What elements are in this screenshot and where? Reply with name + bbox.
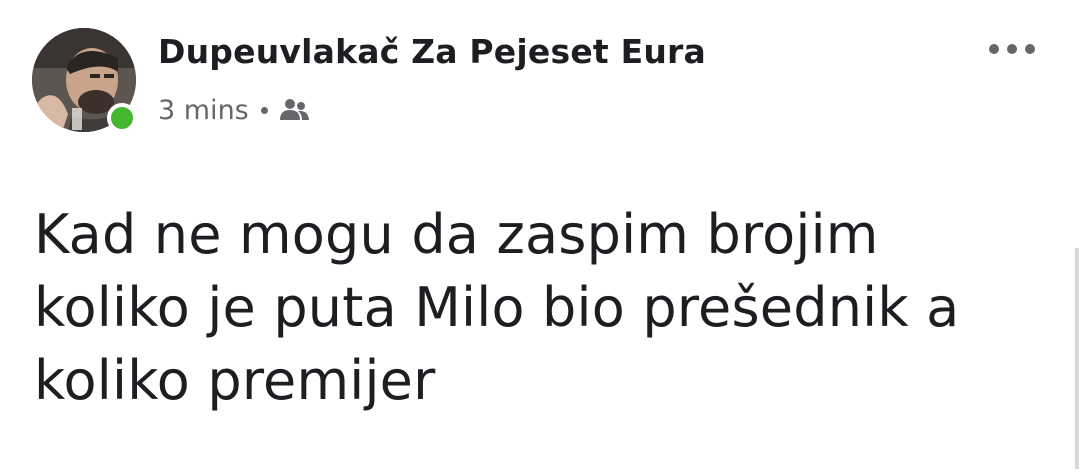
post-timestamp[interactable]: 3 mins xyxy=(158,95,249,126)
edge-divider xyxy=(1075,248,1079,469)
more-options-icon[interactable] xyxy=(989,36,1035,62)
more-dot xyxy=(989,44,999,54)
friends-icon[interactable] xyxy=(278,98,310,122)
meta-separator-dot xyxy=(260,106,268,114)
author-avatar-container[interactable] xyxy=(32,28,138,134)
post-body-text: Kad ne mogu da zaspim brojim koliko je p… xyxy=(34,203,960,412)
online-status-indicator xyxy=(107,103,137,133)
author-name[interactable]: Dupeuvlakač Za Pejeset Eura xyxy=(158,32,706,71)
more-dot xyxy=(1025,44,1035,54)
post-card: Dupeuvlakač Za Pejeset Eura 3 mins Kad n… xyxy=(0,0,1079,469)
more-dot xyxy=(1007,44,1017,54)
post-meta: 3 mins xyxy=(158,92,310,128)
